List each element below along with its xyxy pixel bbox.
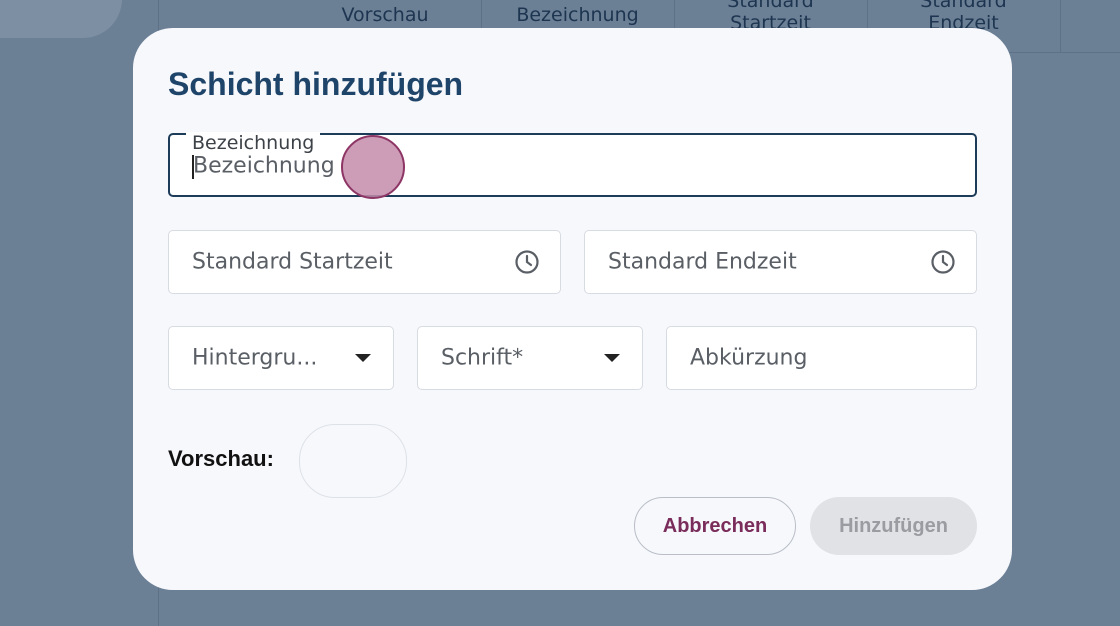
font-color-select[interactable]: Schrift*: [417, 326, 643, 390]
abbreviation-field[interactable]: Abkürzung: [666, 326, 977, 390]
shift-preview-chip: [299, 424, 407, 498]
background-pill: [0, 0, 122, 38]
start-time-field[interactable]: Standard Startzeit: [168, 230, 561, 294]
add-button[interactable]: Hinzufügen: [810, 497, 977, 555]
chevron-down-icon: [604, 354, 620, 362]
clock-icon[interactable]: [930, 249, 956, 275]
font-select-placeholder: Schrift*: [441, 345, 524, 371]
abbreviation-placeholder: Abkürzung: [690, 345, 808, 371]
end-time-field[interactable]: Standard Endzeit: [584, 230, 977, 294]
add-shift-dialog: Schicht hinzufügen Bezeichnung Bezeichnu…: [133, 28, 1012, 590]
clock-icon[interactable]: [514, 249, 540, 275]
start-time-placeholder: Standard Startzeit: [192, 249, 393, 275]
name-field[interactable]: Bezeichnung Bezeichnung: [168, 132, 977, 197]
name-field-label: Bezeichnung: [186, 132, 321, 154]
background-select-placeholder: Hintergru...: [192, 345, 318, 371]
cancel-button[interactable]: Abbrechen: [634, 497, 796, 555]
preview-label: Vorschau:: [168, 446, 274, 471]
end-time-placeholder: Standard Endzeit: [608, 249, 797, 275]
background-color-select[interactable]: Hintergru...: [168, 326, 394, 390]
chevron-down-icon: [355, 354, 371, 362]
name-field-placeholder: Bezeichnung: [193, 153, 335, 179]
dialog-title: Schicht hinzufügen: [168, 66, 464, 102]
touch-indicator: [341, 135, 405, 199]
